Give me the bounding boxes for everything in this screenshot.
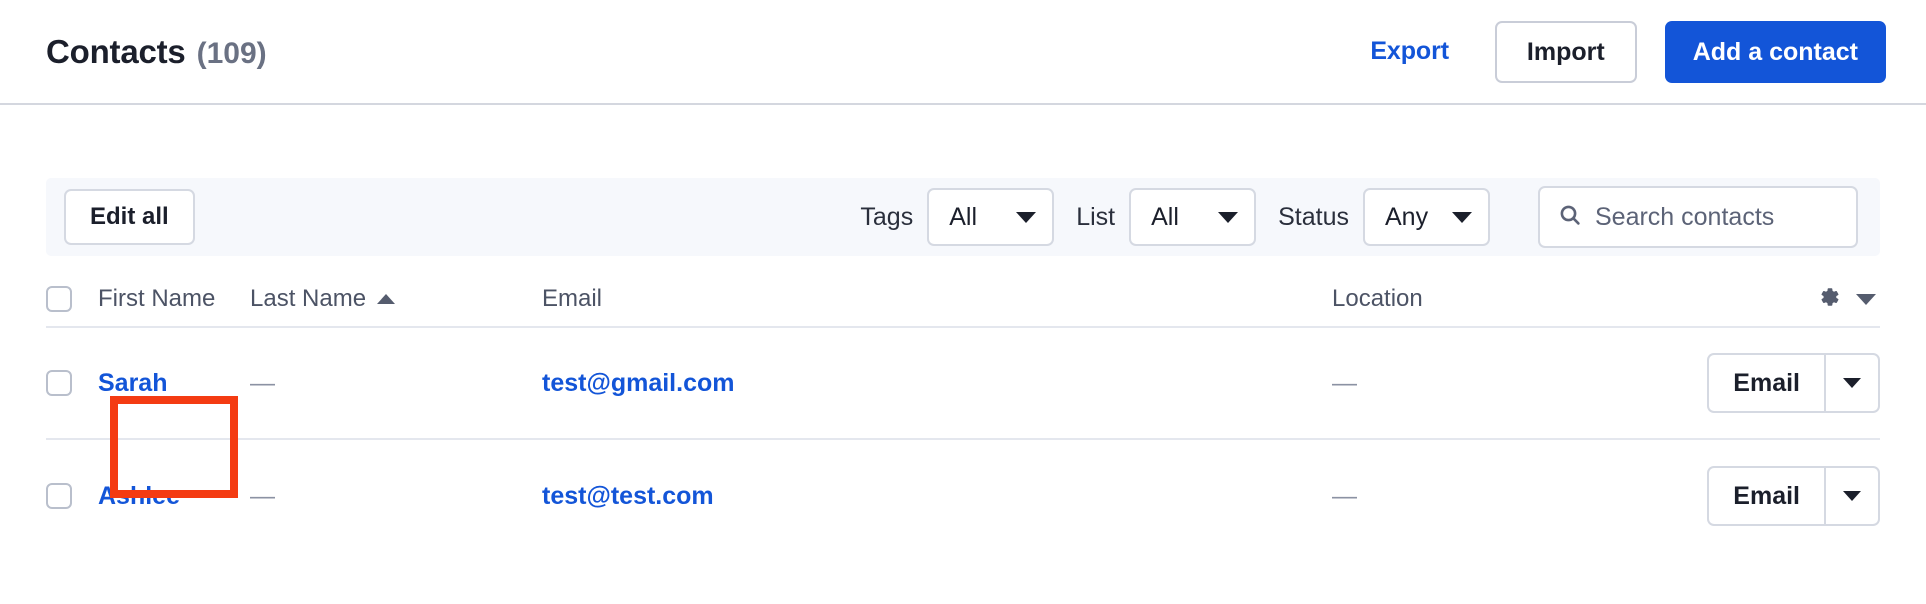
- column-header-email[interactable]: Email: [542, 285, 1332, 313]
- cell-email: test@gmail.com: [542, 369, 1332, 398]
- contact-name-link[interactable]: Sarah: [98, 369, 167, 397]
- list-filter-select[interactable]: All: [1129, 188, 1257, 246]
- status-filter-value: Any: [1385, 202, 1429, 231]
- row-checkbox[interactable]: [46, 370, 72, 396]
- page-title-text: Contacts: [46, 32, 186, 70]
- table-row[interactable]: Ashlee — test@test.com — Email: [46, 440, 1880, 552]
- status-filter: Status Any: [1278, 188, 1490, 246]
- cell-first-name: Sarah: [98, 369, 250, 398]
- tags-filter-value: All: [949, 202, 978, 231]
- table-header-row: First Name Last Name Email Location: [46, 272, 1880, 328]
- row-select-cell: [46, 483, 98, 509]
- last-name-value: —: [250, 368, 275, 397]
- email-split-button: Email: [1707, 466, 1880, 526]
- column-header-settings: [1690, 283, 1880, 316]
- email-split-button: Email: [1707, 353, 1880, 413]
- contact-email-link[interactable]: test@test.com: [542, 482, 714, 510]
- table-row[interactable]: Sarah — test@gmail.com — Email: [46, 328, 1880, 440]
- column-header-location-label: Location: [1332, 285, 1423, 312]
- contact-name-link[interactable]: Ashlee: [98, 482, 180, 510]
- search-icon: [1558, 203, 1582, 232]
- search-contacts-input[interactable]: Search contacts: [1538, 186, 1858, 248]
- contact-email-link[interactable]: test@gmail.com: [542, 369, 734, 397]
- chevron-down-icon: [1218, 211, 1239, 223]
- cell-last-name: —: [250, 482, 542, 511]
- export-button[interactable]: Export: [1370, 37, 1495, 66]
- chevron-down-icon: [1856, 293, 1876, 305]
- last-name-value: —: [250, 481, 275, 510]
- chevron-down-icon: [1452, 211, 1472, 223]
- column-header-last-name[interactable]: Last Name: [250, 285, 542, 313]
- cell-last-name: —: [250, 369, 542, 398]
- cell-actions: Email: [1690, 466, 1880, 526]
- status-filter-label: Status: [1278, 202, 1349, 231]
- chevron-down-icon: [1843, 378, 1861, 388]
- page-title: Contacts (109): [46, 33, 267, 71]
- select-all-checkbox[interactable]: [46, 286, 72, 312]
- contacts-page: Contacts (109) Export Import Add a conta…: [0, 0, 1926, 604]
- cell-email: test@test.com: [542, 482, 1332, 511]
- contacts-table: First Name Last Name Email Location Sara…: [46, 272, 1880, 552]
- row-select-cell: [46, 370, 98, 396]
- select-all-cell: [46, 286, 98, 312]
- table-settings-control[interactable]: [1814, 283, 1880, 316]
- location-value: —: [1332, 481, 1357, 510]
- email-dropdown-toggle[interactable]: [1824, 466, 1880, 526]
- add-contact-button[interactable]: Add a contact: [1664, 20, 1886, 83]
- import-button[interactable]: Import: [1494, 20, 1637, 83]
- cell-first-name: Ashlee: [98, 482, 250, 511]
- gear-icon: [1814, 283, 1842, 316]
- contacts-count: (109): [196, 36, 267, 70]
- sort-ascending-icon: [377, 294, 396, 304]
- status-filter-select[interactable]: Any: [1363, 188, 1490, 246]
- filter-bar: Edit all Tags All List All Status Any Se…: [46, 178, 1880, 256]
- email-dropdown-toggle[interactable]: [1824, 353, 1880, 413]
- tags-filter-label: Tags: [860, 202, 914, 231]
- chevron-down-icon: [1843, 491, 1861, 501]
- cell-location: —: [1332, 482, 1690, 511]
- email-button[interactable]: Email: [1707, 466, 1824, 526]
- header-actions: Export Import Add a contact: [1370, 20, 1886, 83]
- email-button[interactable]: Email: [1707, 353, 1824, 413]
- page-header: Contacts (109) Export Import Add a conta…: [0, 0, 1926, 105]
- edit-all-button[interactable]: Edit all: [64, 188, 195, 246]
- column-header-first-name-label: First Name: [98, 285, 216, 312]
- column-header-email-label: Email: [542, 285, 603, 312]
- search-placeholder: Search contacts: [1595, 202, 1775, 231]
- tags-filter: Tags All: [860, 188, 1055, 246]
- column-header-location[interactable]: Location: [1332, 285, 1690, 313]
- filter-controls: Tags All List All Status Any Search cont…: [860, 186, 1858, 248]
- location-value: —: [1332, 368, 1357, 397]
- row-checkbox[interactable]: [46, 483, 72, 509]
- list-filter: List All: [1076, 188, 1257, 246]
- list-filter-label: List: [1076, 202, 1116, 231]
- column-header-first-name[interactable]: First Name: [98, 285, 250, 313]
- chevron-down-icon: [1016, 211, 1037, 223]
- list-filter-value: All: [1151, 202, 1179, 231]
- column-header-last-name-label: Last Name: [250, 285, 367, 312]
- cell-location: —: [1332, 369, 1690, 398]
- cell-actions: Email: [1690, 353, 1880, 413]
- tags-filter-select[interactable]: All: [927, 188, 1055, 246]
